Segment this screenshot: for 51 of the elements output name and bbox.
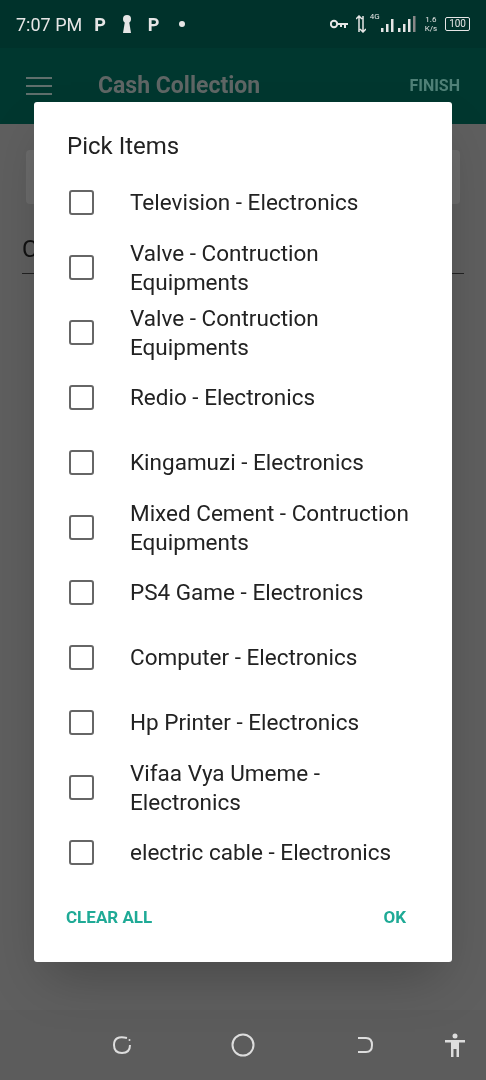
item-option[interactable]: Valve - Contruction Equipments xyxy=(34,300,452,365)
item-option[interactable]: Television - Electronics xyxy=(34,170,452,235)
item-option[interactable]: Kingamuzi - Electronics xyxy=(34,430,452,495)
item-option[interactable]: PS4 Game - Electronics xyxy=(34,560,452,625)
checkbox[interactable] xyxy=(69,320,94,345)
menu-icon[interactable] xyxy=(26,77,52,95)
item-label: Television - Electronics xyxy=(130,188,360,217)
keyhole-icon xyxy=(121,15,132,33)
dot-icon xyxy=(179,21,186,27)
checkbox[interactable] xyxy=(69,645,94,670)
item-label: PS4 Game - Electronics xyxy=(130,578,365,607)
item-option[interactable]: Computer - Electronics xyxy=(34,625,452,690)
checkbox[interactable] xyxy=(69,515,94,540)
checkbox[interactable] xyxy=(69,580,94,605)
data-arrows-icon xyxy=(355,15,366,33)
item-label: Kingamuzi - Electronics xyxy=(130,448,365,477)
item-label: Redio - Electronics xyxy=(130,383,317,412)
recent-apps-icon[interactable] xyxy=(112,1035,132,1055)
accessibility-icon[interactable] xyxy=(444,1033,466,1057)
item-option[interactable]: Redio - Electronics xyxy=(34,365,452,430)
checkbox[interactable] xyxy=(69,255,94,280)
dialog-title: Pick Items xyxy=(66,131,181,162)
notification-letter: P xyxy=(147,12,160,37)
clock: 7:07 PM xyxy=(16,12,83,37)
battery-indicator: 100 xyxy=(445,17,470,31)
item-label: Hp Printer - Electronics xyxy=(130,708,361,737)
checkbox[interactable] xyxy=(69,190,94,215)
signal-icon xyxy=(380,16,417,32)
speed-value: 1.6 xyxy=(425,15,437,24)
item-label: Valve - Contruction Equipments xyxy=(130,303,320,362)
item-label: Valve - Contruction Equipments xyxy=(130,238,320,297)
item-option[interactable]: electric cable - Electronics xyxy=(34,820,452,885)
network-type: 4G xyxy=(369,11,380,23)
item-label: Mixed Cement - Contruction Equipments xyxy=(130,498,410,557)
item-option[interactable]: Hp Printer - Electronics xyxy=(34,690,452,755)
item-option[interactable]: Mixed Cement - Contruction Equipments xyxy=(34,495,452,560)
checkbox[interactable] xyxy=(69,450,94,475)
item-label: electric cable - Electronics xyxy=(130,838,393,867)
checkbox[interactable] xyxy=(69,840,94,865)
item-label: Computer - Electronics xyxy=(130,643,359,672)
speed-unit: K/s xyxy=(424,24,438,33)
checkbox[interactable] xyxy=(69,385,94,410)
checkbox[interactable] xyxy=(69,710,94,735)
checkbox[interactable] xyxy=(69,775,94,800)
app-title: Cash Collection xyxy=(98,70,261,101)
item-option[interactable]: Valve - Contruction Equipments xyxy=(34,235,452,300)
item-option[interactable]: Vifaa Vya Umeme - Electronics xyxy=(34,755,452,820)
notification-letter: P xyxy=(94,12,106,37)
key-icon xyxy=(329,19,348,29)
home-icon[interactable] xyxy=(231,1033,255,1057)
item-label: Vifaa Vya Umeme - Electronics xyxy=(130,758,321,817)
